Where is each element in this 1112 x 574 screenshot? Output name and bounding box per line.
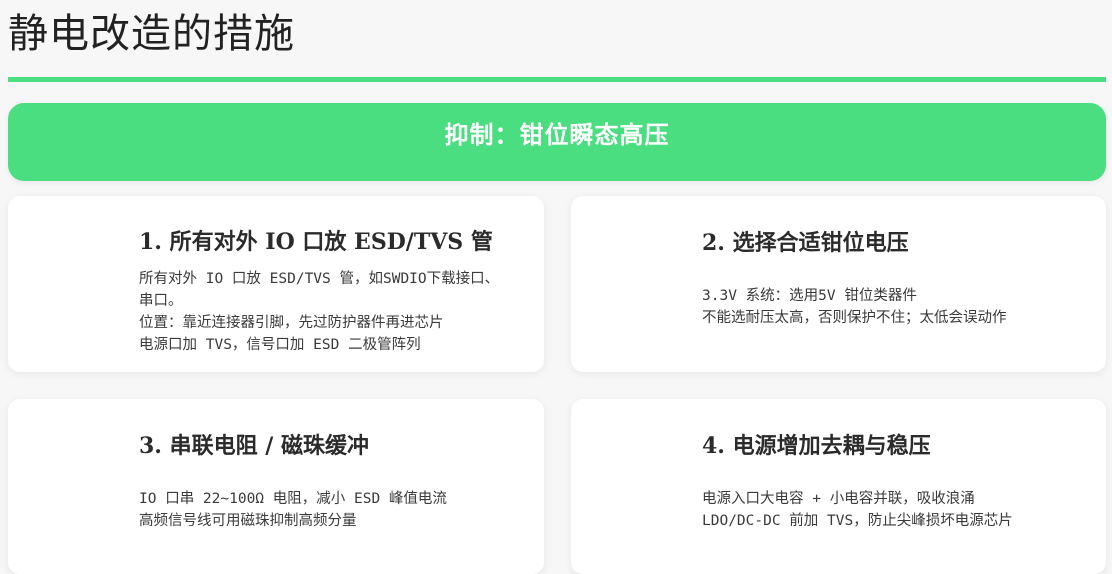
page-title: 静电改造的措施 [8,11,295,57]
card-title: 4. 电源增加去耦与稳压 [702,433,931,459]
card-body: 所有对外 IO 口放 ESD/TVS 管，如SWDIO下载接口、 串口。 位置：… [139,268,499,356]
measure-card-1: 1. 所有对外 IO 口放 ESD/TVS 管 所有对外 IO 口放 ESD/T… [8,196,544,372]
card-line: 所有对外 IO 口放 ESD/TVS 管，如SWDIO下载接口、 [139,271,500,287]
measure-card-2: 2. 选择合适钳位电压 3.3V 系统：选用5V 钳位类器件 不能选耐压太高，否… [571,196,1106,372]
card-line: LDO/DC-DC 前加 TVS，防止尖峰损坏电源芯片 [702,513,1013,529]
card-body: 3.3V 系统：选用5V 钳位类器件 不能选耐压太高，否则保护不住；太低会误动作 [702,285,1007,329]
card-body: 电源入口大电容 + 小电容并联，吸收浪涌 LDO/DC-DC 前加 TVS，防止… [702,488,1013,532]
measure-card-4: 4. 电源增加去耦与稳压 电源入口大电容 + 小电容并联，吸收浪涌 LDO/DC… [571,399,1106,574]
title-divider [8,77,1106,82]
card-title: 1. 所有对外 IO 口放 ESD/TVS 管 [139,229,493,255]
card-line: 电源口加 TVS，信号口加 ESD 二极管阵列 [139,337,421,353]
card-title: 2. 选择合适钳位电压 [702,230,909,256]
card-line: 串口。 [139,293,183,309]
card-title: 3. 串联电阻 / 磁珠缓冲 [139,433,369,459]
card-body: IO 口串 22~100Ω 电阻，减小 ESD 峰值电流 高频信号线可用磁珠抑制… [139,488,447,532]
card-line: IO 口串 22~100Ω 电阻，减小 ESD 峰值电流 [139,491,447,507]
banner: 抑制：钳位瞬态高压 [8,103,1106,181]
banner-title: 抑制：钳位瞬态高压 [444,120,670,149]
card-line: 不能选耐压太高，否则保护不住；太低会误动作 [702,310,1007,326]
card-line: 电源入口大电容 + 小电容并联，吸收浪涌 [702,491,975,507]
card-line: 位置：靠近连接器引脚，先过防护器件再进芯片 [139,315,444,331]
measure-card-3: 3. 串联电阻 / 磁珠缓冲 IO 口串 22~100Ω 电阻，减小 ESD 峰… [8,399,544,574]
card-line: 3.3V 系统：选用5V 钳位类器件 [702,288,917,304]
card-line: 高频信号线可用磁珠抑制高频分量 [139,513,357,529]
